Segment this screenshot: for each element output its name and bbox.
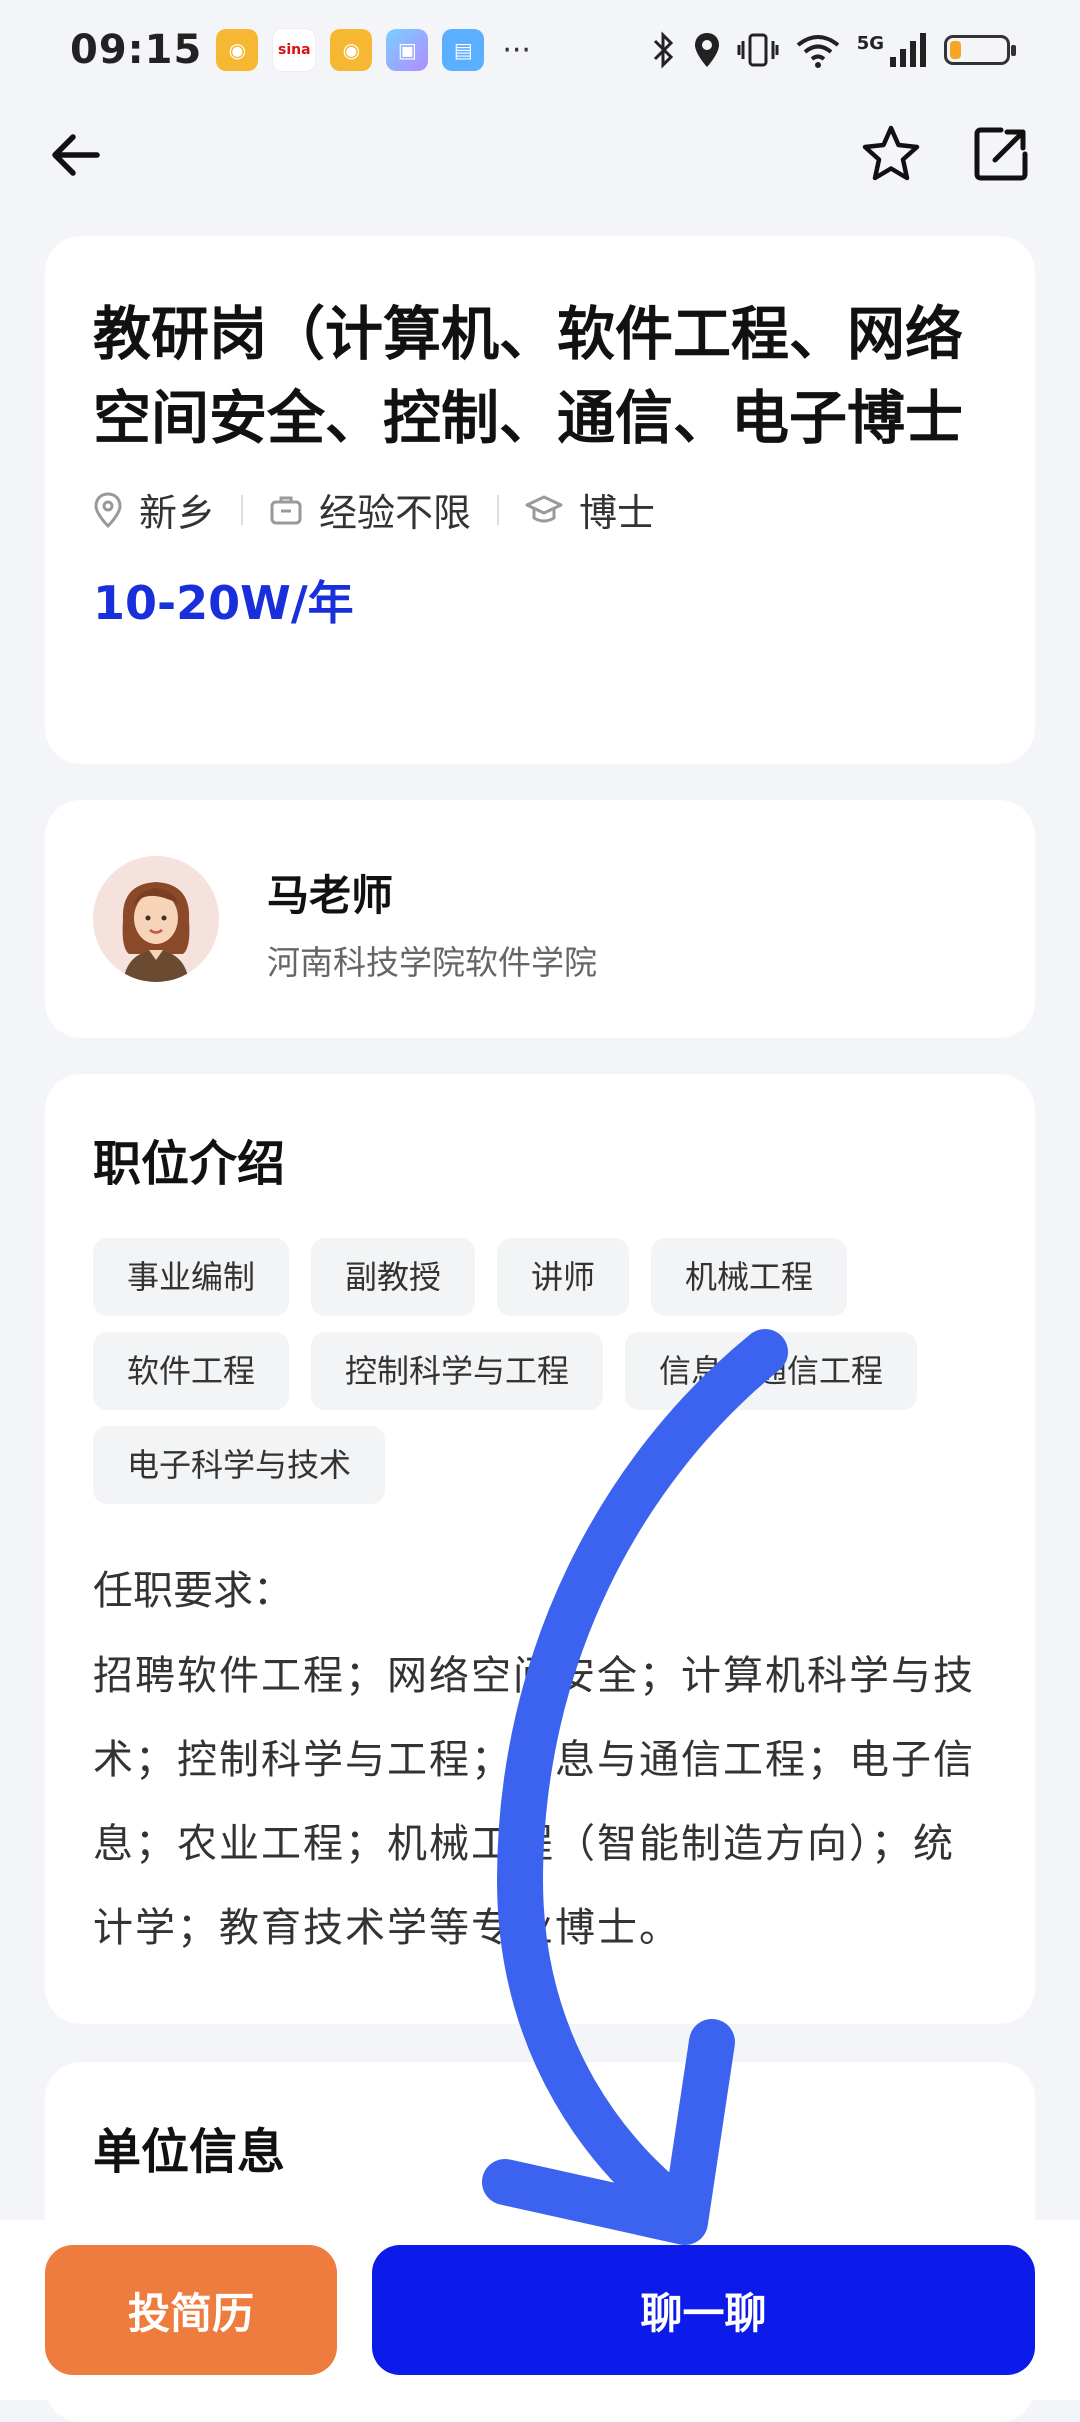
job-education: 博士 (525, 482, 655, 537)
sina-icon: sina (272, 28, 317, 72)
status-time: 09:15 (70, 27, 203, 73)
location-pin-icon (94, 491, 122, 528)
avatar-illustration (93, 856, 219, 982)
avatar[interactable] (93, 856, 219, 982)
job-tag: 讲师 (497, 1238, 630, 1316)
job-description-card: 职位介绍 事业编制 副教授 讲师 机械工程 软件工程 控制科学与工程 信息与通信… (45, 1074, 1035, 2024)
job-tag: 软件工程 (93, 1332, 290, 1410)
book-icon: ▤ (442, 29, 485, 71)
status-right: 5G (651, 31, 1016, 69)
vibrate-icon (737, 33, 779, 67)
job-summary-card: 教研岗（计算机、软件工程、网络空间安全、控制、通信、电子博士 新乡 经验不限 博… (45, 236, 1035, 764)
job-salary: 10-20W/年 (93, 576, 354, 630)
more-notifications-icon: ··· (502, 32, 531, 68)
job-tag: 信息与通信工程 (625, 1332, 918, 1410)
share-icon (974, 127, 1028, 181)
share-button[interactable] (965, 118, 1037, 190)
job-experience-text: 经验不限 (319, 491, 472, 535)
job-tag: 机械工程 (651, 1238, 848, 1316)
star-icon (862, 125, 920, 181)
job-experience: 经验不限 (269, 482, 471, 537)
job-location: 新乡 (93, 482, 215, 537)
weibo-icon: ◉ (330, 29, 373, 71)
requirements-body: 招聘软件工程；网络空间安全；计算机科学与技术；控制科学与工程；信息与通信工程；电… (93, 1653, 975, 1951)
arrow-left-icon (52, 134, 100, 176)
job-tag: 电子科学与技术 (93, 1426, 386, 1504)
battery-icon (944, 35, 1016, 65)
meta-divider (241, 494, 244, 525)
battery-level (950, 41, 961, 59)
weibo-icon: ◉ (216, 29, 259, 71)
briefcase-icon (270, 496, 302, 524)
job-tags: 事业编制 副教授 讲师 机械工程 软件工程 控制科学与工程 信息与通信工程 电子… (93, 1238, 1013, 1504)
job-tag: 事业编制 (93, 1238, 290, 1316)
top-bar (0, 100, 1080, 200)
signal-icon (890, 33, 926, 67)
back-button[interactable] (40, 120, 110, 190)
network-type: 5G (856, 33, 884, 54)
status-bar: 09:15 ◉ sina ◉ ▣ ▤ ··· 5G (0, 0, 1080, 100)
bottom-action-bar: 投简历 聊一聊 (0, 2220, 1080, 2400)
chat-button[interactable]: 聊一聊 (372, 2245, 1035, 2375)
job-location-text: 新乡 (139, 491, 216, 535)
job-tag: 副教授 (311, 1238, 476, 1316)
job-tag: 控制科学与工程 (311, 1332, 604, 1410)
graduation-cap-icon (525, 495, 563, 522)
section-title-job-intro: 职位介绍 (93, 1136, 286, 1192)
bluetooth-icon (653, 31, 673, 69)
status-left: 09:15 ◉ sina ◉ ▣ ▤ ··· (70, 27, 531, 73)
meta-divider (497, 494, 500, 525)
job-education-text: 博士 (579, 491, 656, 535)
job-meta: 新乡 经验不限 博士 (93, 482, 987, 537)
recruiter-name: 马老师 (267, 871, 394, 920)
location-icon (694, 33, 719, 67)
game-icon: ▣ (386, 29, 429, 71)
section-title-unit-info: 单位信息 (93, 2124, 286, 2180)
submit-resume-button[interactable]: 投简历 (45, 2245, 337, 2375)
requirements-title: 任职要求： (93, 1568, 293, 1614)
favorite-button[interactable] (855, 118, 927, 190)
job-title: 教研岗（计算机、软件工程、网络空间安全、控制、通信、电子博士 (93, 300, 964, 452)
wifi-icon (796, 35, 839, 68)
recruiter-card[interactable]: 马老师 河南科技学院软件学院 (45, 800, 1035, 1038)
recruiter-organization: 河南科技学院软件学院 (267, 943, 597, 982)
